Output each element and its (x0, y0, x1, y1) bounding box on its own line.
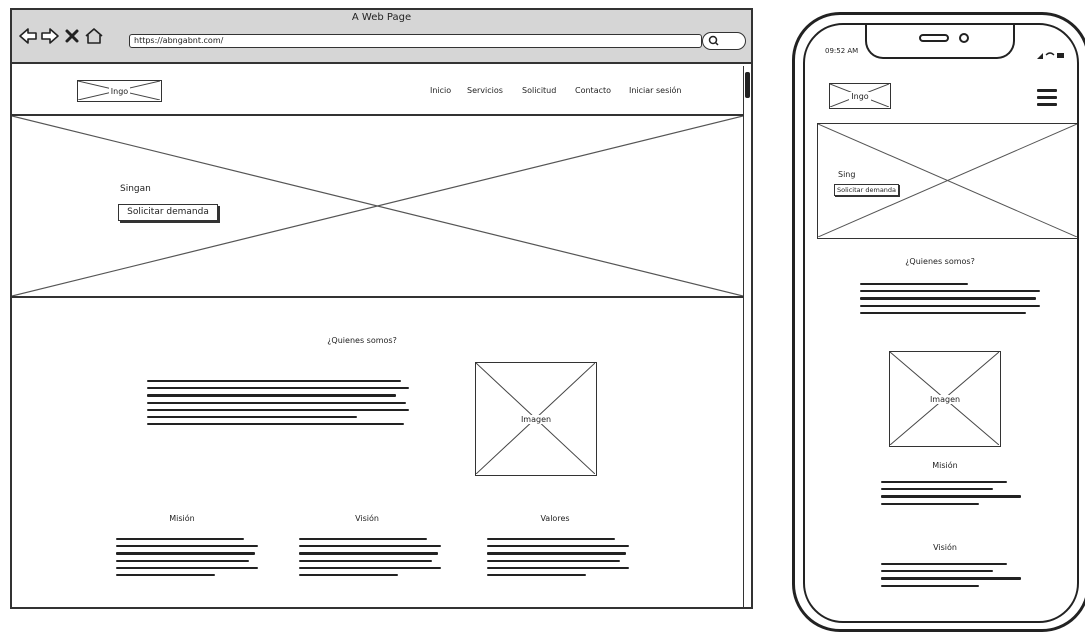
phone-notch (865, 25, 1015, 59)
nav-solicitud[interactable]: Solicitud (522, 86, 556, 95)
status-time: 09:52 AM (825, 47, 859, 55)
phone-hero: Sing Solicitar demanda (817, 123, 1077, 239)
phone-image: Imagen (889, 351, 1001, 447)
hero-banner: Singan Solicitar demanda (12, 114, 743, 298)
back-icon[interactable] (18, 26, 38, 46)
search-field[interactable] (702, 32, 746, 50)
valores-heading: Valores (540, 514, 570, 523)
forward-icon[interactable] (40, 26, 60, 46)
close-icon[interactable] (62, 26, 82, 46)
phone-about-text (860, 283, 1040, 314)
nav-servicios[interactable]: Servicios (467, 86, 503, 95)
home-icon[interactable] (84, 26, 104, 46)
site-logo[interactable]: Ingo (77, 80, 162, 102)
browser-window: A Web Page https://abngabnt.com/ Ingo In… (10, 8, 753, 609)
phone-logo[interactable]: Ingo (829, 83, 891, 109)
about-text (147, 380, 409, 426)
mision-heading: Misión (169, 514, 195, 523)
phone-cta-button[interactable]: Solicitar demanda (834, 184, 900, 196)
hamburger-menu-icon[interactable] (1037, 89, 1057, 110)
vision-heading: Visión (355, 514, 379, 523)
about-heading: ¿Quienes somos? (327, 336, 397, 345)
page-content: Ingo Inicio Servicios Solicitud Contacto… (12, 66, 751, 607)
status-icons (1035, 45, 1065, 59)
phone-about-heading: ¿Quienes somos? (905, 257, 975, 266)
phone-vision-heading: Visión (933, 543, 957, 552)
hero-title: Singan (120, 184, 151, 194)
phone-mision-heading: Misión (932, 461, 958, 470)
vertical-scrollbar[interactable] (743, 66, 751, 607)
phone-mision-text (881, 481, 1021, 505)
mision-text (116, 538, 258, 577)
phone-vision-text (881, 563, 1021, 587)
nav-contacto[interactable]: Contacto (575, 86, 611, 95)
valores-text (487, 538, 629, 577)
nav-iniciar-sesion[interactable]: Iniciar sesión (629, 86, 681, 95)
phone-hero-title: Sing (838, 170, 856, 179)
logo-label: Ingo (108, 86, 131, 96)
address-bar[interactable]: https://abngabnt.com/ (129, 34, 702, 48)
browser-titlebar: A Web Page https://abngabnt.com/ (12, 10, 751, 64)
solicitar-demanda-button[interactable]: Solicitar demanda (118, 204, 218, 221)
image-label: Imagen (518, 414, 554, 424)
phone-frame: 09:52 AM Ingo Sing Solicitar demanda ¿Qu… (792, 12, 1085, 632)
window-title: A Web Page (351, 12, 412, 23)
phone-screen: 09:52 AM Ingo Sing Solicitar demanda ¿Qu… (803, 23, 1079, 623)
camera-icon (959, 33, 969, 43)
about-image: Imagen (475, 362, 597, 476)
vision-text (299, 538, 441, 577)
phone-image-label: Imagen (927, 394, 963, 404)
phone-logo-label: Ingo (849, 91, 871, 101)
scrollbar-thumb[interactable] (745, 72, 750, 98)
nav-inicio[interactable]: Inicio (430, 86, 451, 95)
search-icon (708, 35, 719, 46)
speaker-icon (919, 34, 949, 42)
